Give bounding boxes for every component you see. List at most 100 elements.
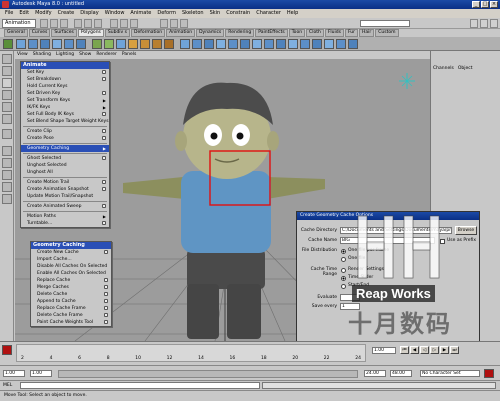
poly-plane-icon[interactable] — [64, 39, 74, 49]
option-box-icon[interactable] — [102, 204, 106, 208]
select-component-icon[interactable] — [94, 19, 102, 28]
shelf-tab-cloth[interactable]: Cloth — [306, 29, 324, 37]
shelf-tab-deformation[interactable]: Deformation — [131, 29, 166, 37]
offset-edge-loop-icon[interactable] — [252, 39, 262, 49]
select-tool-icon[interactable] — [2, 54, 12, 64]
start-time-field[interactable]: 1.00 — [3, 370, 25, 377]
submenu-item-disable-all-caches[interactable]: Disable All Caches On Selected — [31, 263, 111, 270]
shelf-tab-general[interactable]: General — [4, 29, 28, 37]
save-scene-icon[interactable] — [60, 19, 68, 28]
go-to-start-icon[interactable]: ⏮ — [400, 346, 409, 354]
option-box-icon[interactable] — [102, 129, 106, 133]
option-box-icon[interactable] — [102, 187, 106, 191]
option-box-icon[interactable] — [104, 320, 108, 324]
bevel-icon[interactable] — [264, 39, 274, 49]
minimize-button[interactable]: _ — [472, 1, 480, 8]
menu-edit[interactable]: Edit — [19, 9, 29, 18]
boolean-union-icon[interactable] — [140, 39, 150, 49]
manipulator-tool-icon[interactable] — [2, 114, 12, 124]
menu-set-dropdown[interactable]: Animation — [2, 19, 36, 28]
new-scene-icon[interactable] — [40, 19, 48, 28]
menu-item-set-transform-keys[interactable]: Set Transform Keys ▶ — [21, 97, 109, 104]
shelf-tab-polygons[interactable]: Polygons — [77, 29, 104, 37]
bridge-icon[interactable] — [204, 39, 214, 49]
poke-faces-icon[interactable] — [336, 39, 346, 49]
snap-curve-icon[interactable] — [120, 19, 128, 28]
submenu-item-delete-cache[interactable]: Delete Cache — [31, 291, 111, 298]
submenu-item-delete-cache-frame[interactable]: Delete Cache Frame — [31, 312, 111, 319]
menu-item-set-key[interactable]: Set Key — [21, 69, 109, 76]
shelf-tab-fur[interactable]: Fur — [344, 29, 359, 37]
cut-faces-icon[interactable] — [312, 39, 322, 49]
object-tab[interactable]: Object — [458, 66, 473, 71]
menu-item-set-breakdown[interactable]: Set Breakdown — [21, 76, 109, 83]
show-channel-box-icon[interactable] — [470, 19, 478, 28]
vp-menu-renderer[interactable]: Renderer — [96, 51, 117, 59]
menu-item-set-full-body-ik-keys[interactable]: Set Full Body IK Keys — [21, 111, 109, 118]
submenu-item-append-to-cache[interactable]: Append to Cache — [31, 298, 111, 305]
submenu-item-enable-all-caches[interactable]: Enable All Caches On Selected — [31, 270, 111, 277]
option-box-icon[interactable] — [104, 250, 108, 254]
menu-item-create-animated-sweep[interactable]: Create Animated Sweep — [21, 203, 109, 210]
show-attribute-editor-icon[interactable] — [480, 19, 488, 28]
menu-item-update-motion-trail[interactable]: Update Motion Trail/Snapshot — [21, 193, 109, 200]
quick-select-field[interactable] — [360, 20, 410, 27]
current-frame-field[interactable]: 1.00 — [372, 347, 396, 354]
option-box-icon[interactable] — [102, 136, 106, 140]
option-box-icon[interactable] — [104, 306, 108, 310]
option-box-icon[interactable] — [102, 91, 106, 95]
play-forward-icon[interactable]: ▷ — [430, 346, 439, 354]
append-polygon-icon[interactable] — [216, 39, 226, 49]
time-slider-radio[interactable] — [341, 276, 346, 281]
menu-character[interactable]: Character — [256, 9, 281, 18]
menu-modify[interactable]: Modify — [35, 9, 52, 18]
shelf-tab-rendering[interactable]: Rendering — [225, 29, 255, 37]
shelf-menu-icon[interactable] — [3, 39, 13, 49]
uv-editor-icon[interactable] — [348, 39, 358, 49]
step-back-icon[interactable]: ◀ — [410, 346, 419, 354]
command-input[interactable] — [20, 382, 260, 389]
time-slider-track[interactable]: 2 4 6 8 10 12 14 16 18 20 22 24 — [16, 344, 366, 362]
menu-item-unghost-selected[interactable]: Unghost Selected — [21, 162, 109, 169]
poly-cube-icon[interactable] — [28, 39, 38, 49]
option-box-icon[interactable] — [102, 180, 106, 184]
play-backward-icon[interactable]: ◁ — [420, 346, 429, 354]
option-box-icon[interactable] — [102, 112, 106, 116]
submenu-item-merge-caches[interactable]: Merge Caches — [31, 284, 111, 291]
one-file-radio[interactable] — [341, 257, 346, 262]
submenu-item-replace-cache[interactable]: Replace Cache — [31, 277, 111, 284]
scale-tool-icon[interactable] — [2, 102, 12, 112]
select-object-icon[interactable] — [84, 19, 92, 28]
menu-help[interactable]: Help — [287, 9, 298, 18]
wedge-faces-icon[interactable] — [324, 39, 334, 49]
ipr-render-icon[interactable] — [170, 19, 178, 28]
split-polygon-icon[interactable] — [228, 39, 238, 49]
combine-icon[interactable] — [92, 39, 102, 49]
menu-item-create-pose[interactable]: Create Pose — [21, 135, 109, 142]
menu-item-motion-paths[interactable]: Motion Paths ▶ — [21, 213, 109, 220]
shelf-tab-fluids[interactable]: Fluids — [324, 29, 344, 37]
mirror-geometry-icon[interactable] — [180, 39, 190, 49]
shelf-tab-surfaces[interactable]: Surfaces — [51, 29, 77, 37]
menu-item-ik-fk-keys[interactable]: IK/FK Keys ▶ — [21, 104, 109, 111]
boolean-intersection-icon[interactable] — [164, 39, 174, 49]
snap-point-icon[interactable] — [130, 19, 138, 28]
shelf-tab-hair[interactable]: Hair — [359, 29, 375, 37]
menu-item-hold-current-keys[interactable]: Hold Current Keys — [21, 83, 109, 90]
open-scene-icon[interactable] — [50, 19, 58, 28]
option-box-icon[interactable] — [102, 77, 106, 81]
vp-menu-show[interactable]: Show — [79, 51, 91, 59]
rotate-tool-icon[interactable] — [2, 90, 12, 100]
submenu-item-paint-cache-weights[interactable]: Paint Cache Weights Tool — [31, 319, 111, 326]
menu-item-create-clip[interactable]: Create Clip — [21, 128, 109, 135]
submenu-item-replace-cache-frame[interactable]: Replace Cache Frame — [31, 305, 111, 312]
render-settings-radio[interactable] — [341, 268, 346, 273]
menu-item-ghost-selected[interactable]: Ghost Selected — [21, 155, 109, 162]
menu-display[interactable]: Display — [80, 9, 98, 18]
auto-key-icon[interactable] — [484, 369, 494, 378]
poly-torus-icon[interactable] — [76, 39, 86, 49]
shelf-tab-subdivs[interactable]: Subdiv s — [104, 29, 131, 37]
menu-item-geometry-caching[interactable]: Geometry Caching ▶ — [21, 145, 109, 152]
playback-end-field[interactable]: 24.00 — [364, 370, 386, 377]
menu-deform[interactable]: Deform — [157, 9, 176, 18]
